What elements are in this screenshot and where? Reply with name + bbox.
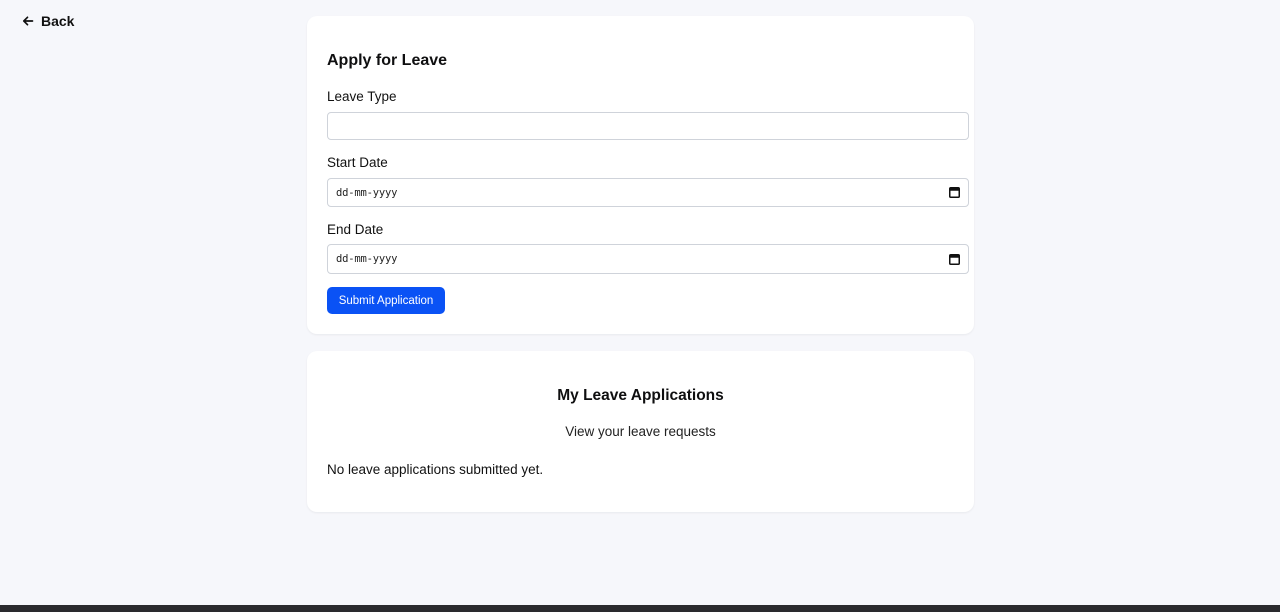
apply-leave-title: Apply for Leave	[327, 52, 448, 69]
start-date-placeholder: dd-mm-yyyy	[336, 186, 398, 199]
back-label: Back	[41, 13, 75, 29]
end-date-label: End Date	[327, 222, 384, 237]
calendar-icon[interactable]	[949, 253, 960, 265]
leave-type-input[interactable]	[327, 112, 969, 140]
taskbar	[0, 605, 1280, 612]
back-button[interactable]: Back	[22, 12, 74, 30]
submit-application-button[interactable]: Submit Application	[327, 287, 445, 314]
start-date-input[interactable]: dd-mm-yyyy	[327, 178, 969, 207]
leave-applications-card: My Leave Applications View your leave re…	[307, 351, 974, 512]
calendar-icon[interactable]	[949, 187, 960, 198]
empty-state-text: No leave applications submitted yet.	[327, 462, 544, 477]
arrow-left-icon	[22, 15, 34, 27]
end-date-placeholder: dd-mm-yyyy	[336, 253, 398, 265]
leave-type-label: Leave Type	[327, 89, 397, 104]
leave-applications-title: My Leave Applications	[557, 387, 724, 404]
start-date-label: Start Date	[327, 155, 388, 170]
apply-leave-card: Apply for Leave Leave Type Start Date dd…	[307, 16, 974, 334]
end-date-input[interactable]: dd-mm-yyyy	[327, 244, 969, 274]
leave-applications-subtitle: View your leave requests	[565, 424, 716, 439]
